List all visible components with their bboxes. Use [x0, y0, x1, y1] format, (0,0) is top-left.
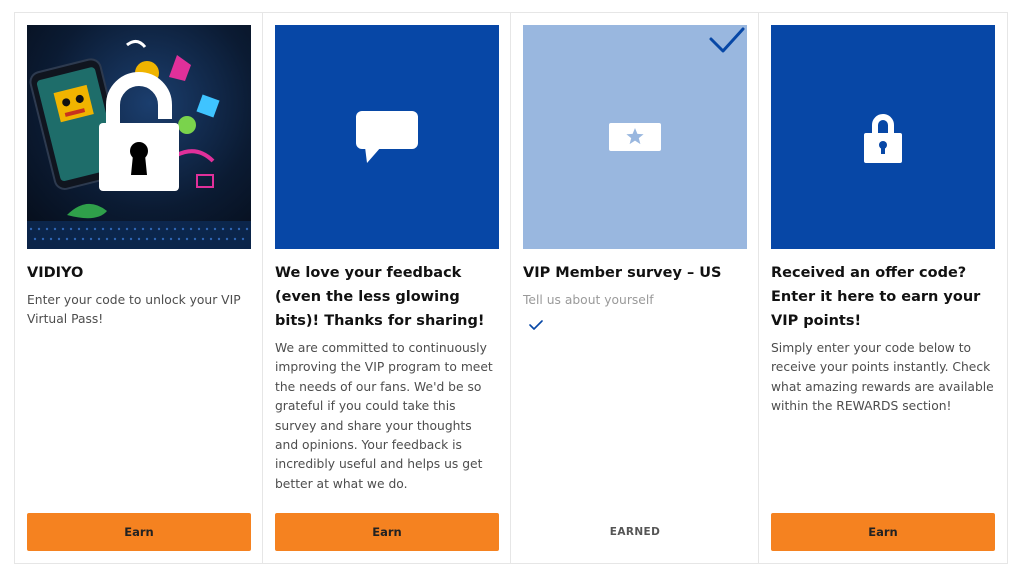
card-title: VIDIYO: [27, 265, 84, 281]
padlock-icon: [864, 114, 902, 163]
earn-button-offer-code[interactable]: Earn: [771, 513, 995, 551]
card-description: Enter your code to unlock your VIP Virtu…: [27, 293, 241, 327]
vidiyo-illustration: [27, 40, 251, 249]
earned-status: EARNED: [609, 526, 661, 538]
reward-card-vip-survey: VIP Member survey – US Tell us about you…: [511, 13, 759, 563]
reward-card-vidiyo: VIDIYO Enter your code to unlock your VI…: [15, 13, 263, 563]
earn-button-feedback[interactable]: Earn: [275, 513, 499, 551]
card-title: Received an offer code? Enter it here to…: [771, 265, 981, 329]
reward-card-offer-code: Received an offer code? Enter it here to…: [759, 13, 1007, 563]
rewards-card-grid: VIDIYO Enter your code to unlock your VI…: [14, 12, 1008, 564]
card-title: VIP Member survey – US: [523, 265, 722, 281]
speech-bubble-icon: [356, 111, 418, 163]
check-icon: [529, 320, 543, 331]
feedback-image: [275, 25, 499, 249]
vidiyo-promo-image: [27, 25, 251, 249]
card-title: We love your feedback (even the less glo…: [275, 265, 485, 329]
survey-image: [523, 25, 747, 249]
card-description: Tell us about yourself: [523, 293, 654, 307]
card-description: Simply enter your code below to receive …: [771, 341, 994, 414]
padlock-icon: [99, 72, 179, 191]
star-card-icon: [609, 123, 661, 151]
card-description: We are committed to continuously improvi…: [275, 341, 493, 491]
earn-button-vidiyo[interactable]: Earn: [27, 513, 251, 551]
offer-code-image: [771, 25, 995, 249]
reward-card-feedback: We love your feedback (even the less glo…: [263, 13, 511, 563]
completed-check-icon: [709, 27, 745, 53]
